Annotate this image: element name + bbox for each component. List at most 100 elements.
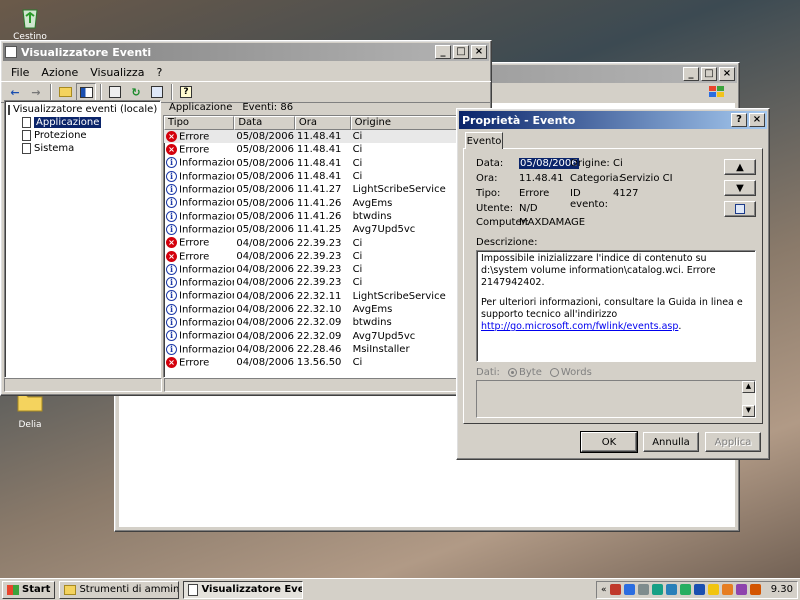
column-header-ora[interactable]: Ora	[294, 116, 351, 130]
tree-item-sistema[interactable]: Sistema	[8, 142, 157, 155]
label-descrizione: Descrizione:	[476, 237, 538, 248]
menu-azione[interactable]: Azione	[35, 66, 84, 79]
ok-button[interactable]: OK	[580, 431, 638, 453]
desktop-icon-cestino[interactable]: Cestino	[5, 4, 55, 42]
table-row[interactable]: iInformazioni04/08/200622.28.46 MsiInstal…	[164, 343, 458, 356]
table-row[interactable]: × Errore 04/08/2006 22.39.23 Ci	[164, 250, 458, 263]
table-row[interactable]: iInformazioni05/08/200611.41.25 Avg7Upd5v…	[164, 223, 458, 236]
cancel-button[interactable]: Annulla	[643, 432, 699, 452]
tray-icon-2[interactable]	[623, 584, 635, 595]
next-event-button[interactable]: ▼	[724, 180, 756, 196]
table-row[interactable]: iInformazioni04/08/200622.39.23 Ci	[164, 263, 458, 276]
table-row[interactable]: iInformazioni04/08/200622.32.10 AvgEms	[164, 303, 458, 316]
table-row[interactable]: iInformazioni04/08/200622.32.09 btwdins	[164, 316, 458, 329]
column-header-origine[interactable]: Origine	[350, 116, 458, 130]
table-row[interactable]: iInformazioni05/08/200611.41.26 btwdins	[164, 210, 458, 223]
cell-ora: 11.48.41	[296, 131, 342, 143]
tray-expand-icon[interactable]: «	[601, 585, 607, 595]
task-strumenti[interactable]: Strumenti di amministrazi...	[59, 580, 180, 599]
radio-words[interactable]: Words	[549, 367, 592, 378]
tray-icon-5[interactable]	[665, 584, 677, 595]
tray-icon-6[interactable]	[679, 584, 691, 595]
table-row[interactable]: iInformazioni05/08/200611.48.41 Ci	[164, 157, 458, 170]
forward-button[interactable]: →	[26, 83, 46, 101]
tray-icon-7[interactable]	[693, 584, 705, 595]
cell-tipo: iInformazioni	[164, 290, 234, 302]
event-viewer-window[interactable]: Visualizzatore Eventi _ □ × File Azione …	[0, 40, 492, 396]
data-box-scrollbar[interactable]: ▲ ▼	[742, 381, 755, 417]
cell-tipo: iInformazioni	[164, 210, 234, 222]
tray-icon-3[interactable]	[637, 584, 649, 595]
help-button[interactable]: ?	[176, 83, 196, 101]
maximize-button[interactable]: □	[701, 67, 717, 81]
help-title-button[interactable]: ?	[731, 113, 747, 127]
table-row[interactable]: iInformazioni05/08/200611.41.26 AvgEms	[164, 196, 458, 209]
menu-file[interactable]: File	[5, 66, 35, 79]
description-link[interactable]: http://go.microsoft.com/fwlink/events.as…	[481, 321, 678, 332]
table-row[interactable]: iInformazioni04/08/200622.32.11 LightScri…	[164, 290, 458, 303]
desktop-icon-delia[interactable]: Delia	[5, 392, 55, 430]
tray-icon-4[interactable]	[651, 584, 663, 595]
close-button[interactable]: ×	[471, 45, 487, 59]
scroll-down-button[interactable]: ▼	[742, 405, 755, 417]
event-viewer-app-icon	[5, 46, 17, 58]
tray-icon-1[interactable]	[609, 584, 621, 595]
radio-byte[interactable]: Byte	[508, 367, 542, 378]
apply-button[interactable]: Applica	[705, 432, 761, 452]
table-row[interactable]: × Errore 05/08/2006 11.48.41 Ci	[164, 130, 458, 144]
properties-button[interactable]	[105, 83, 125, 101]
show-tree-button[interactable]	[76, 83, 96, 101]
up-folder-button[interactable]	[55, 83, 75, 101]
value-categoria: Servizio CI	[620, 173, 673, 184]
cell-ora: 22.32.10	[296, 304, 342, 315]
tree-item-applicazione[interactable]: Applicazione	[8, 116, 157, 129]
table-row[interactable]: × Errore 04/08/2006 22.39.23 Ci	[164, 236, 458, 249]
start-button[interactable]: Start	[2, 580, 56, 599]
tab-evento[interactable]: Evento	[465, 132, 503, 149]
refresh-button[interactable]: ↻	[126, 83, 146, 101]
value-origine: Ci	[613, 158, 623, 169]
event-list[interactable]: Tipo Data Ora Origine × Errore 05/08/2006 1…	[163, 115, 459, 378]
event-properties-dialog[interactable]: Proprietà - Evento ? × Evento Data: 05/0…	[456, 108, 770, 460]
close-button[interactable]: ×	[749, 113, 765, 127]
tree-root[interactable]: Visualizzatore eventi (locale)	[8, 103, 157, 116]
cell-ora: 22.32.11	[296, 290, 342, 302]
event-viewer-titlebar[interactable]: Visualizzatore Eventi _ □ ×	[3, 43, 489, 61]
properties-titlebar[interactable]: Proprietà - Evento ? ×	[459, 111, 767, 129]
menu-help[interactable]: ?	[150, 66, 168, 79]
scroll-up-button[interactable]: ▲	[742, 381, 755, 393]
table-row[interactable]: iInformazioni05/08/200611.48.41 Ci	[164, 170, 458, 183]
tray-icon-11[interactable]	[749, 584, 761, 595]
task-visualizzatore[interactable]: Visualizzatore Eventi	[183, 580, 304, 599]
tree-pane[interactable]: Visualizzatore eventi (locale) Applicazi…	[4, 100, 161, 378]
minimize-button[interactable]: _	[683, 67, 699, 81]
export-list-button[interactable]	[147, 83, 167, 101]
cell-tipo: iInformazioni	[164, 170, 234, 182]
tree-item-protezione[interactable]: Protezione	[8, 129, 157, 142]
tray-icon-10[interactable]	[735, 584, 747, 595]
cell-origine: Ci	[352, 250, 363, 262]
tray-icon-9[interactable]	[721, 584, 733, 595]
clock[interactable]: 9.30	[771, 584, 793, 595]
back-button[interactable]: ←	[5, 83, 25, 101]
cell-tipo-text: Informazioni	[179, 157, 234, 169]
minimize-button[interactable]: _	[435, 45, 451, 59]
column-header-tipo[interactable]: Tipo	[164, 116, 235, 130]
close-button[interactable]: ×	[719, 67, 735, 81]
tray-icon-8[interactable]	[707, 584, 719, 595]
previous-event-button[interactable]: ▲	[724, 159, 756, 175]
table-row[interactable]: iInformazioni05/08/200611.41.27 LightScri…	[164, 183, 458, 196]
maximize-button[interactable]: □	[453, 45, 469, 59]
table-row[interactable]: × Errore 04/08/2006 13.56.50 Ci	[164, 356, 458, 369]
column-header-data[interactable]: Data	[234, 116, 295, 130]
cell-tipo-text: Errore	[179, 131, 210, 143]
table-row[interactable]: iInformazioni04/08/200622.32.09 Avg7Upd5v…	[164, 329, 458, 342]
menu-visualizza[interactable]: Visualizza	[84, 66, 150, 79]
table-row[interactable]: iInformazioni04/08/200622.39.23 Ci	[164, 276, 458, 289]
data-box[interactable]: ▲ ▼	[476, 380, 756, 418]
log-name: Applicazione	[169, 101, 233, 113]
cancel-button-label: Annulla	[652, 436, 690, 448]
description-box[interactable]: Impossibile inizializzare l'indice di co…	[476, 250, 756, 362]
copy-event-button[interactable]	[724, 201, 756, 217]
table-row[interactable]: × Errore 05/08/2006 11.48.41 Ci	[164, 143, 458, 156]
